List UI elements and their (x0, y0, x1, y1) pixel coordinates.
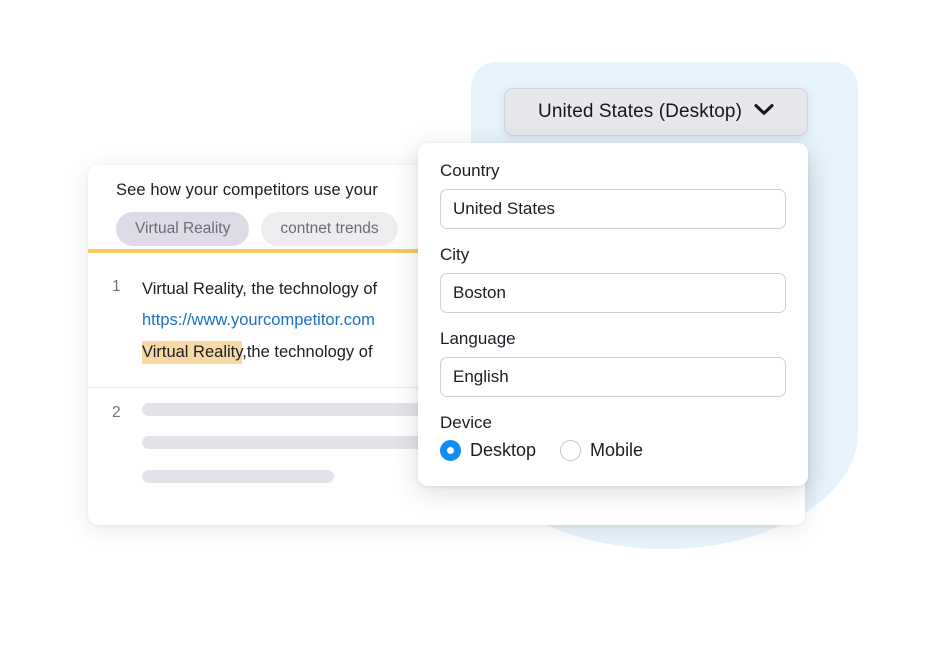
result-rank: 1 (112, 278, 121, 295)
city-input[interactable] (440, 273, 786, 313)
device-label: Device (440, 413, 492, 432)
language-input[interactable] (440, 357, 786, 397)
location-settings-panel: Country City Language Device Desktop Mob… (418, 143, 808, 486)
radio-mobile-label: Mobile (590, 440, 644, 460)
tab-label: Virtual Reality (135, 220, 231, 237)
tab-content-trends[interactable]: contnet trends (261, 212, 398, 246)
chevron-down-icon (754, 103, 774, 121)
keyword-highlight: Virtual Reality (142, 341, 243, 365)
location-dropdown-button[interactable]: United States (Desktop) (504, 88, 808, 136)
location-dropdown-label: United States (Desktop) (538, 101, 742, 122)
radio-selected-icon (440, 440, 461, 461)
device-radio-group: Desktop Mobile (440, 440, 786, 461)
language-label: Language (440, 329, 516, 348)
country-input[interactable] (440, 189, 786, 229)
placeholder-bar (142, 470, 334, 483)
radio-desktop[interactable]: Desktop (440, 440, 536, 461)
tab-label: contnet trends (280, 220, 379, 237)
radio-desktop-label: Desktop (470, 440, 537, 460)
tab-virtual-reality[interactable]: Virtual Reality (116, 212, 250, 246)
screenshot-stage: See how your competitors use your Virtua… (0, 0, 950, 658)
result-rank: 2 (112, 404, 121, 421)
country-label: Country (440, 161, 500, 180)
radio-unselected-icon (560, 440, 582, 461)
city-label: City (440, 245, 470, 264)
radio-mobile[interactable]: Mobile (560, 440, 643, 461)
snippet-rest: ,the technology of (242, 343, 373, 362)
